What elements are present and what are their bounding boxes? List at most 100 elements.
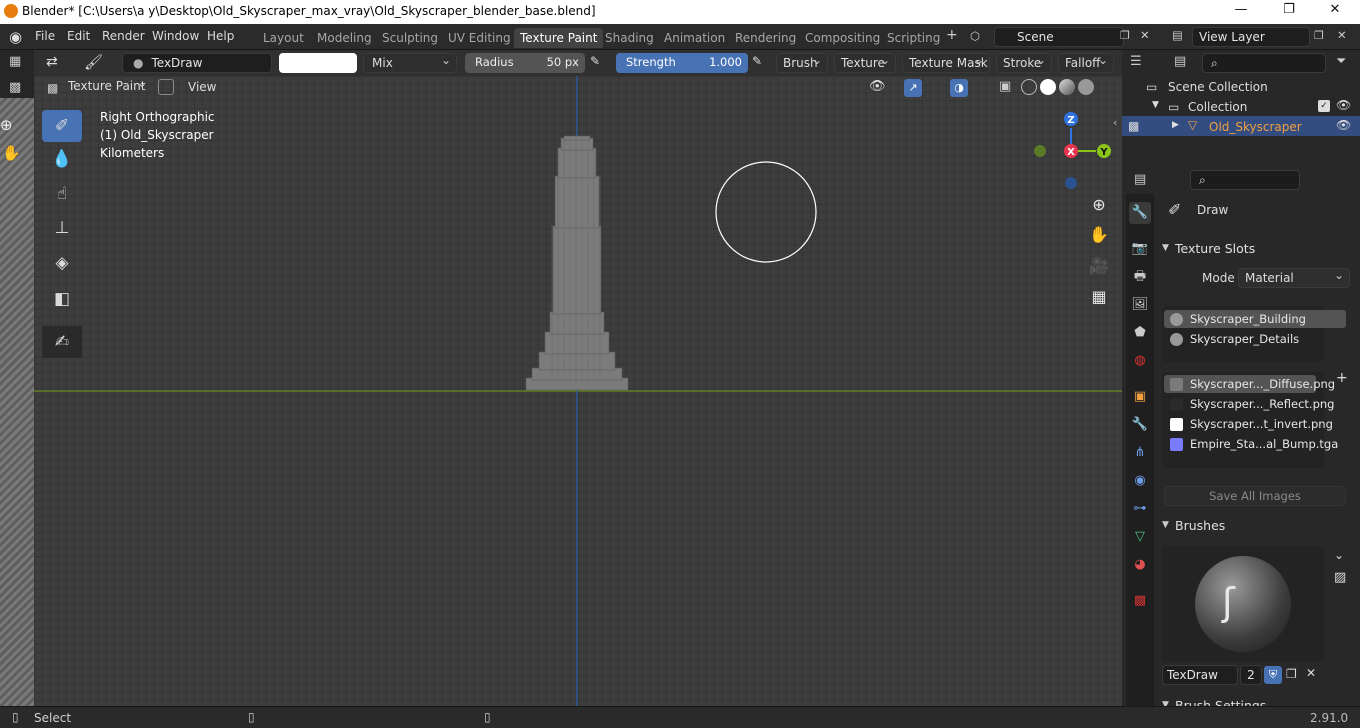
maximize-button[interactable]: ❐ [1266,2,1312,22]
tab-animation[interactable]: Animation [658,28,731,48]
unlink-brush-icon[interactable]: ✕ [1306,666,1316,680]
constraints-tab-icon[interactable]: ⊶ [1129,498,1151,520]
add-texture-slot-icon[interactable]: + [1336,370,1348,386]
view-layer-copy-icon[interactable]: ❐ [1314,29,1324,42]
collapse-sidebar-icon[interactable]: ‹ [1113,116,1117,129]
blend-mode-dropdown[interactable]: Mix [363,51,457,73]
menu-file[interactable]: File [35,29,55,43]
material-shading-icon[interactable] [1059,79,1075,95]
pan-hand-icon[interactable]: ✋ [2,144,21,162]
data-tab-icon[interactable]: ▽ [1129,526,1151,548]
collection-expand-icon[interactable]: ▼ [1152,100,1159,110]
annotate-tool-button[interactable]: ✍ [42,326,82,358]
tab-layout[interactable]: Layout [257,28,310,48]
tab-texture-paint[interactable]: Texture Paint [514,28,604,48]
view-layer-field[interactable]: View Layer [1192,27,1310,47]
camera-view-button[interactable]: 🎥 [1086,253,1112,279]
properties-search-input[interactable]: ⌕ [1190,170,1300,190]
texture-menu[interactable]: Texture [834,51,896,73]
menu-help[interactable]: Help [207,29,234,43]
view-menu[interactable]: View [188,80,216,94]
fake-user-shield-icon[interactable]: ⛨ [1264,666,1282,684]
object-eye-icon[interactable]: 👁 [1336,118,1351,132]
tab-scripting[interactable]: Scripting [881,28,946,48]
brush-datablock-name[interactable]: TexDraw [1162,665,1238,685]
menu-render[interactable]: Render [102,29,145,43]
texture-slots-collapse-icon[interactable]: ▼ [1162,243,1169,253]
image-slot-diffuse[interactable]: Skyscraper..._Diffuse.png [1164,375,1335,393]
world-tab-icon[interactable]: ◍ [1129,350,1151,372]
view-layer-tab-icon[interactable]: 🖼 [1129,294,1151,316]
scene-tab-icon[interactable]: ⬟ [1129,322,1151,344]
object-tab-icon[interactable]: ▣ [1129,386,1151,408]
texture-slots-header[interactable]: Texture Slots [1175,241,1255,256]
brush-preview-box[interactable]: ʃ [1162,546,1324,662]
scene-copy-icon[interactable]: ❐ [1120,29,1130,42]
tab-rendering[interactable]: Rendering [729,28,802,48]
tool-tab-icon[interactable]: 🔧 [1129,202,1151,224]
tab-modeling[interactable]: Modeling [311,28,378,48]
fill-tool-button[interactable]: ◈ [42,247,82,279]
ortho-toggle-button[interactable]: ▦ [1086,284,1112,310]
zoom-view-button[interactable]: ⊕ [1086,192,1112,218]
scene-remove-icon[interactable]: ✕ [1140,28,1150,42]
menu-edit[interactable]: Edit [67,29,90,43]
properties-type-icon[interactable]: ▤ [1134,172,1146,187]
texture-tab-icon[interactable]: ▩ [1129,590,1151,612]
collection-checkbox[interactable]: ✓ [1318,100,1330,112]
image-slot-reflect[interactable]: Skyscraper..._Reflect.png [1164,395,1334,413]
material-slot-building[interactable]: Skyscraper_Building [1164,310,1346,328]
brush-color-swatch[interactable] [279,53,357,73]
overlays-toggle-icon[interactable]: ◑ [950,79,968,97]
material-tab-icon[interactable]: ◕ [1129,554,1151,576]
outliner-type-icon[interactable]: ☰ [1130,54,1142,69]
editor-type-icon[interactable]: ▩ [47,81,58,95]
particles-tab-icon[interactable]: ⋔ [1129,442,1151,464]
brush-icon[interactable]: 🖌 [84,53,103,71]
radius-pressure-icon[interactable]: ✎ [590,54,600,68]
close-button[interactable]: ✕ [1312,2,1358,22]
tab-sculpting[interactable]: Sculpting [376,28,444,48]
view-layer-remove-icon[interactable]: ✕ [1337,28,1347,42]
save-all-images-button[interactable]: Save All Images [1164,486,1346,506]
display-mode-icon[interactable]: ▤ [1174,54,1186,69]
brushes-header[interactable]: Brushes [1175,518,1225,533]
material-slot-details[interactable]: Skyscraper_Details [1164,330,1346,348]
outliner-search-input[interactable]: ⌕ [1202,53,1326,73]
gizmo-neg-z-ball[interactable] [1065,177,1077,189]
scene-collection-label[interactable]: Scene Collection [1168,80,1268,94]
scene-icon[interactable]: ⬡ [970,29,980,43]
brush-name-field[interactable]: ● TexDraw [122,53,272,73]
texture-mask-menu[interactable]: Texture Mask [902,51,990,73]
blender-menu-icon[interactable]: ◉ [9,28,22,46]
texture-slot-mode-dropdown[interactable]: Material [1238,266,1350,288]
brush-menu[interactable]: Brush [776,51,828,73]
minimize-button[interactable]: — [1218,2,1264,22]
modifier-tab-icon[interactable]: 🔧 [1129,414,1151,436]
paint-mask-icon[interactable] [158,79,174,95]
rendered-shading-icon[interactable] [1078,79,1094,95]
zoom-icon[interactable]: ⊕ [0,116,13,134]
falloff-menu[interactable]: Falloff [1058,51,1114,73]
strength-slider[interactable]: Strength 1.000 [616,53,748,73]
image-slot-invert[interactable]: Skyscraper...t_invert.png [1164,415,1333,433]
mode-switch-icon[interactable]: ⇄ [46,54,58,70]
brush-image-icon[interactable]: ▨ [1334,570,1346,585]
pan-view-button[interactable]: ✋ [1086,222,1112,248]
brushes-collapse-icon[interactable]: ▼ [1162,520,1169,530]
add-workspace-icon[interactable]: + [946,27,958,43]
brush-expand-icon[interactable]: ⌄ [1334,548,1344,562]
soften-tool-button[interactable]: 💧 [42,143,82,175]
scene-field[interactable]: Scene [994,27,1124,47]
image-slot-bump[interactable]: Empire_Sta...al_Bump.tga [1164,435,1338,453]
solid-shading-icon[interactable] [1040,79,1056,95]
output-tab-icon[interactable]: 🖶 [1129,266,1151,288]
render-tab-icon[interactable]: 📷 [1129,238,1151,260]
strength-pressure-icon[interactable]: ✎ [752,54,762,68]
visibility-icon[interactable]: 👁 [869,79,886,94]
tab-shading[interactable]: Shading [599,28,660,48]
tab-uv-editing[interactable]: UV Editing [442,28,517,48]
collection-eye-icon[interactable]: 👁 [1336,98,1351,112]
filter-icon[interactable]: ⏷ [1336,54,1346,69]
view-layer-icon[interactable]: ▤ [1172,28,1183,42]
